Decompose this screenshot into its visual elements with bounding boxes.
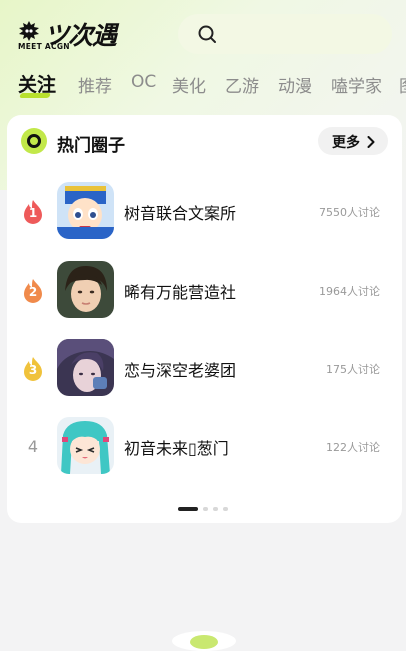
more-label: 更多 — [332, 135, 360, 151]
carousel-dot — [203, 507, 208, 511]
chevron-right-icon — [367, 136, 375, 148]
app-logo: ツ次遇 MEET ACGN — [18, 18, 128, 52]
circle-name: 初音未来▯葱门 — [124, 439, 229, 458]
hot-circles-card: 热门圈子 更多 1 树音联合文案所 7550人讨论 2 晞有万能营造社 1964… — [7, 115, 402, 523]
tab-anime[interactable]: 动漫 — [278, 72, 312, 97]
rank-number: 4 — [27, 437, 39, 456]
search-icon — [198, 25, 216, 43]
carousel-dot — [223, 507, 228, 511]
rank-number: 3 — [28, 363, 38, 377]
tab-shipping-fans[interactable]: 嗑学家 — [331, 72, 382, 97]
circle-avatar — [57, 182, 114, 239]
rank-badge: 3 — [21, 356, 45, 382]
discussion-count: 122人讨论 — [326, 441, 380, 454]
rank-number: 1 — [28, 206, 38, 220]
circle-avatar — [57, 417, 114, 474]
rank-badge: 1 — [21, 199, 45, 225]
rank-number: 2 — [28, 285, 38, 299]
center-button-icon — [190, 635, 218, 649]
circle-avatar — [57, 261, 114, 318]
circle-row[interactable]: 2 晞有万能营造社 1964人讨论 — [7, 261, 402, 319]
circle-row[interactable]: 4 初音未来▯葱门 122人讨论 — [7, 417, 402, 475]
circle-row[interactable]: 1 树音联合文案所 7550人讨论 — [7, 182, 402, 240]
search-bar[interactable] — [178, 14, 392, 54]
circle-name: 晞有万能营造社 — [124, 283, 237, 302]
logo-subtitle: MEET ACGN — [18, 42, 70, 51]
discussion-count: 7550人讨论 — [319, 206, 380, 219]
tab-beautify[interactable]: 美化 — [172, 72, 206, 97]
rank-badge: 2 — [21, 278, 45, 304]
circle-logo-icon — [21, 128, 47, 154]
carousel-dot-active — [178, 507, 198, 511]
tab-oc[interactable]: OC — [131, 72, 156, 92]
circle-row[interactable]: 3 恋与深空老婆团 175人讨论 — [7, 339, 402, 397]
more-button[interactable]: 更多 — [318, 127, 388, 155]
discussion-count: 1964人讨论 — [319, 285, 380, 298]
tab-recommend[interactable]: 推荐 — [78, 72, 112, 97]
discussion-count: 175人讨论 — [326, 363, 380, 376]
circle-avatar — [57, 339, 114, 396]
circle-name: 树音联合文案所 — [124, 204, 237, 223]
category-tabs: 关注 推荐 OC 美化 乙游 动漫 嗑学家 图 — [0, 66, 406, 102]
tab-more-cut[interactable]: 图 — [399, 72, 406, 97]
mascot-icon — [19, 21, 39, 41]
bottom-nav-center-button[interactable] — [172, 631, 236, 651]
section-title: 热门圈子 — [57, 136, 125, 156]
active-tab-indicator — [19, 93, 51, 98]
tab-otome-games[interactable]: 乙游 — [225, 72, 259, 97]
carousel-dot — [213, 507, 218, 511]
circle-name: 恋与深空老婆团 — [124, 361, 237, 380]
